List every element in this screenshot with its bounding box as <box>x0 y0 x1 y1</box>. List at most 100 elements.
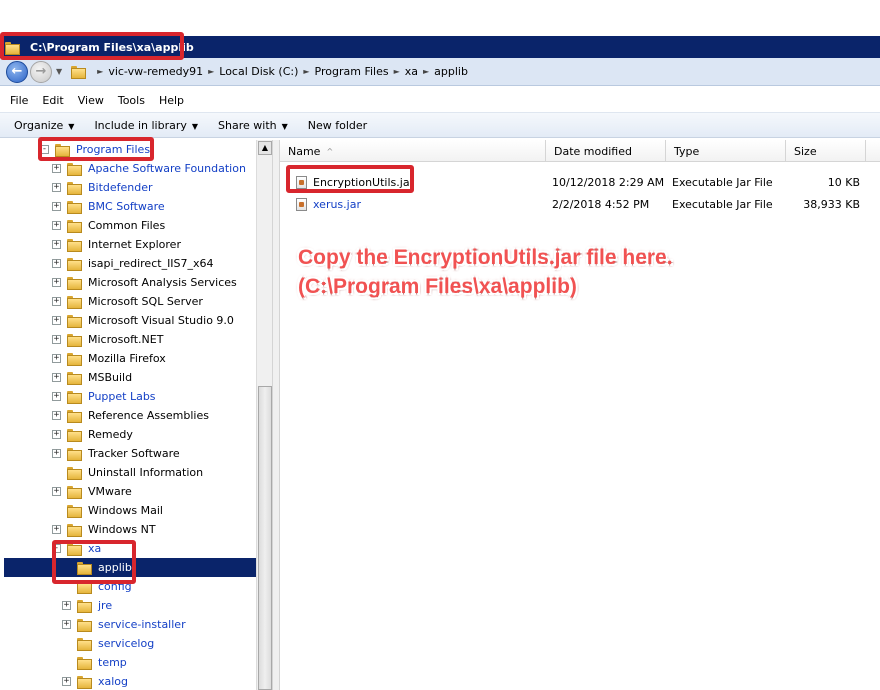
chevron-right-icon[interactable]: ► <box>208 67 214 76</box>
expand-icon[interactable]: + <box>52 335 61 344</box>
tree-item-label: Microsoft Analysis Services <box>88 276 237 289</box>
tree-item[interactable]: + service-installer <box>62 615 186 634</box>
tree-item[interactable]: + Microsoft Analysis Services <box>52 273 237 292</box>
tree-item[interactable]: Uninstall Information <box>52 463 203 482</box>
scroll-up-arrow-icon[interactable]: ▲ <box>258 141 272 155</box>
file-name-cell[interactable]: EncryptionUtils.jar <box>296 172 414 192</box>
breadcrumb-local-disk[interactable]: Local Disk (C:) <box>219 65 298 78</box>
expand-icon[interactable]: + <box>52 430 61 439</box>
expand-icon[interactable]: + <box>52 411 61 420</box>
breadcrumb-applib[interactable]: applib <box>434 65 468 78</box>
expand-icon[interactable]: + <box>52 221 61 230</box>
recent-pages-dropdown-icon[interactable]: ▼ <box>56 67 62 76</box>
collapse-icon[interactable]: - <box>52 544 61 553</box>
forward-arrow-icon[interactable]: → <box>30 60 52 83</box>
new-folder-button[interactable]: New folder <box>308 119 367 132</box>
tree-item[interactable]: - Program Files <box>40 140 150 159</box>
pane-splitter[interactable] <box>272 140 280 690</box>
menu-edit[interactable]: Edit <box>42 94 63 107</box>
tree-item[interactable]: + VMware <box>52 482 132 501</box>
breadcrumb-program-files[interactable]: Program Files <box>315 65 389 78</box>
tree-item[interactable]: + Common Files <box>52 216 165 235</box>
breadcrumb-xa[interactable]: xa <box>405 65 418 78</box>
tree-item-label: Microsoft.NET <box>88 333 164 346</box>
back-arrow-icon[interactable]: ← <box>6 60 28 83</box>
tree-item[interactable]: + Microsoft.NET <box>52 330 163 349</box>
tree-item[interactable]: + Remedy <box>52 425 133 444</box>
tree-item[interactable]: + Tracker Software <box>52 444 180 463</box>
tree-item[interactable]: + MSBuild <box>52 368 132 387</box>
column-header-type[interactable]: Type <box>666 140 786 162</box>
file-list[interactable]: Name ^ Date modified Type Size Encryptio… <box>280 140 880 690</box>
expand-icon[interactable]: + <box>62 677 71 686</box>
folder-icon <box>66 409 82 423</box>
expand-icon[interactable]: + <box>52 240 61 249</box>
tree-item[interactable]: Windows Mail <box>52 501 163 520</box>
expand-icon[interactable]: + <box>52 354 61 363</box>
column-header-size[interactable]: Size <box>786 140 866 162</box>
column-header-date[interactable]: Date modified <box>546 140 666 162</box>
collapse-icon[interactable]: - <box>40 145 49 154</box>
expand-icon[interactable]: + <box>52 297 61 306</box>
column-header-name[interactable]: Name ^ <box>280 140 546 162</box>
tree-item[interactable]: applib <box>4 558 256 577</box>
expand-icon[interactable]: + <box>52 202 61 211</box>
expand-icon[interactable]: + <box>52 259 61 268</box>
tree-item[interactable]: + Mozilla Firefox <box>52 349 166 368</box>
expand-icon[interactable]: + <box>52 183 61 192</box>
expand-icon[interactable]: + <box>52 164 61 173</box>
scrollbar-thumb[interactable] <box>258 386 272 690</box>
expand-icon[interactable]: + <box>52 487 61 496</box>
tree-item[interactable]: + Puppet Labs <box>52 387 156 406</box>
tree-item[interactable]: + Windows NT <box>52 520 156 539</box>
expand-icon[interactable]: + <box>62 620 71 629</box>
tree-item[interactable]: + isapi_redirect_IIS7_x64 <box>52 254 214 273</box>
expand-icon[interactable]: + <box>62 601 71 610</box>
file-row[interactable]: EncryptionUtils.jar 10/12/2018 2:29 AM Exe… <box>280 172 880 192</box>
chevron-right-icon[interactable]: ► <box>394 67 400 76</box>
tree-item[interactable]: + Microsoft SQL Server <box>52 292 203 311</box>
tree-scrollbar[interactable]: ▲ <box>256 140 272 690</box>
chevron-right-icon[interactable]: ► <box>303 67 309 76</box>
include-in-library-button[interactable]: Include in library ▼ <box>94 119 198 132</box>
file-type: Executable Jar File <box>672 197 773 211</box>
file-name-cell[interactable]: xerus.jar <box>296 194 361 214</box>
tree-item[interactable]: + xalog <box>62 672 128 690</box>
tree-item[interactable]: + Internet Explorer <box>52 235 181 254</box>
breadcrumb[interactable]: ► vic-vw-remedy91 ► Local Disk (C:) ► Pr… <box>70 62 468 82</box>
menu-file[interactable]: File <box>10 94 28 107</box>
tree-item[interactable]: temp <box>62 653 127 672</box>
tree-item[interactable]: + Apache Software Foundation <box>52 159 246 178</box>
chevron-right-icon[interactable]: ► <box>97 67 103 76</box>
expand-icon[interactable]: + <box>52 449 61 458</box>
tree-item-label: Program Files <box>76 143 151 156</box>
menu-tools[interactable]: Tools <box>118 94 145 107</box>
chevron-right-icon[interactable]: ► <box>423 67 429 76</box>
expand-icon[interactable]: + <box>52 278 61 287</box>
expand-icon[interactable]: + <box>52 373 61 382</box>
breadcrumb-computer[interactable]: vic-vw-remedy91 <box>108 65 203 78</box>
folder-icon <box>66 238 82 252</box>
tree-item[interactable]: + jre <box>62 596 112 615</box>
folder-icon <box>76 618 92 632</box>
expand-icon[interactable]: + <box>52 525 61 534</box>
tree-item-label: Microsoft SQL Server <box>88 295 203 308</box>
file-date: 2/2/2018 4:52 PM <box>552 197 650 211</box>
tree-item[interactable]: + Microsoft Visual Studio 9.0 <box>52 311 234 330</box>
menu-view[interactable]: View <box>78 94 104 107</box>
share-with-button[interactable]: Share with ▼ <box>218 119 288 132</box>
organize-button[interactable]: Organize ▼ <box>14 119 74 132</box>
menu-help[interactable]: Help <box>159 94 184 107</box>
tree-item[interactable]: - xa <box>52 539 101 558</box>
navigation-tree[interactable]: - Program Files + Apache Software Foundatio… <box>0 140 272 690</box>
tree-item-label: Bitdefender <box>88 181 153 194</box>
expand-icon[interactable]: + <box>52 392 61 401</box>
tree-item[interactable]: config <box>62 577 132 596</box>
tree-item[interactable]: + BMC Software <box>52 197 165 216</box>
expand-icon[interactable]: + <box>52 316 61 325</box>
tree-item[interactable]: + Reference Assemblies <box>52 406 209 425</box>
tree-item[interactable]: servicelog <box>62 634 154 653</box>
tree-item[interactable]: + Bitdefender <box>52 178 153 197</box>
file-row[interactable]: xerus.jar 2/2/2018 4:52 PM Executable Jar … <box>280 194 880 214</box>
